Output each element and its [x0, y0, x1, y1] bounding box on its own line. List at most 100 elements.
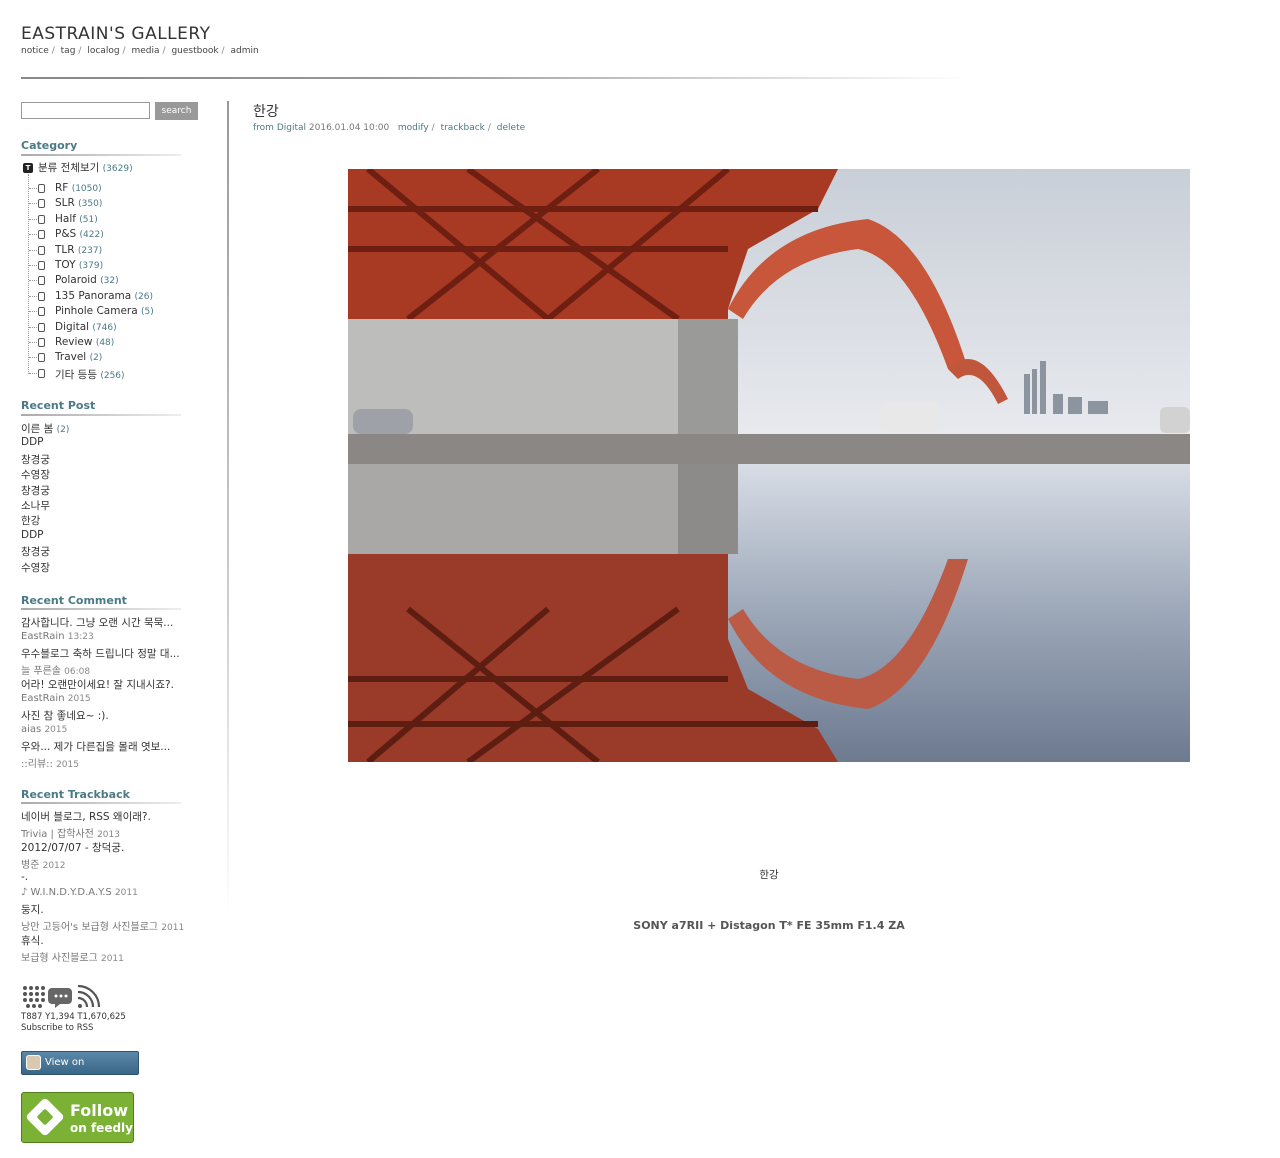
search-button[interactable]: search	[155, 102, 198, 120]
tree-branch	[29, 203, 37, 205]
recent-trackback-text[interactable]: -.	[21, 871, 28, 883]
recent-comment-text[interactable]: 어라! 오랜만이세요! 잘 지내시죠?.	[21, 677, 174, 692]
recent-trackback-meta: ♪ W.I.N.D.Y.D.A.Y.S 2011	[21, 887, 138, 898]
category-node-icon	[38, 230, 45, 240]
tree-branch	[29, 188, 37, 189]
post-delete-link[interactable]: delete	[497, 123, 525, 133]
recent-post-item[interactable]: 수영장	[21, 467, 50, 482]
category-item[interactable]: 기타 등등 (256)	[55, 367, 125, 382]
recent-post-item[interactable]: DDP	[21, 529, 44, 541]
recent-trackback-text[interactable]: 2012/07/07 - 창덕궁.	[21, 840, 124, 855]
recent-post-item[interactable]: 창경궁	[21, 483, 50, 498]
recent-comment-heading: Recent Comment	[21, 594, 127, 607]
category-item[interactable]: SLR (350)	[55, 197, 102, 209]
camera-info: SONY a7RII + Distagon T* FE 35mm F1.4 ZA	[633, 919, 905, 932]
recent-comment-text[interactable]: 우수블로그 축하 드립니다 정말 대...	[21, 646, 180, 661]
post-meta: from Digital 2016.01.04 10:00 modify / tr…	[253, 123, 526, 133]
category-node-icon	[38, 307, 45, 317]
subscribe-rss-link[interactable]: Subscribe to RSS	[21, 1023, 93, 1033]
nav-localog[interactable]: localog	[87, 46, 119, 56]
category-item[interactable]: Half (51)	[55, 213, 98, 225]
nav-media[interactable]: media	[131, 46, 159, 56]
recent-comment-meta: EastRain 2015	[21, 693, 91, 704]
category-item[interactable]: Travel (2)	[55, 351, 102, 363]
tree-branch	[29, 280, 37, 282]
category-node-icon	[38, 291, 45, 301]
tree-branch	[29, 372, 37, 374]
category-root[interactable]: 분류 전체보기 (3629)	[38, 160, 133, 175]
recent-trackback-meta: 낭만 고등어's 보급형 사진블로그 2011	[21, 922, 185, 933]
feedly-logo-icon	[25, 1097, 65, 1137]
instagram-icon	[26, 1055, 41, 1070]
tree-branch	[29, 249, 37, 251]
recent-post-item[interactable]: 이른 봄 (2)	[21, 421, 69, 436]
search-input[interactable]	[21, 102, 150, 119]
category-heading-rule	[21, 154, 181, 156]
post-date: 2016.01.04 10:00	[308, 123, 390, 133]
category-item[interactable]: Pinhole Camera (5)	[55, 305, 154, 317]
nav-admin[interactable]: admin	[230, 46, 258, 56]
tree-branch	[29, 295, 37, 297]
tree-branch	[29, 218, 37, 220]
category-item[interactable]: TLR (237)	[55, 244, 102, 256]
recent-comment-meta: aias 2015	[21, 724, 68, 735]
tree-branch	[29, 311, 37, 313]
rss-icon[interactable]	[77, 984, 101, 1008]
tree-branch	[29, 265, 37, 266]
recent-post-item[interactable]: 한강	[21, 513, 40, 528]
recent-comment-heading-rule	[21, 608, 181, 610]
category-item[interactable]: TOY (379)	[55, 259, 103, 271]
header-divider	[21, 77, 971, 79]
recent-trackback-meta: 병준 2012	[21, 860, 66, 871]
category-node-icon	[38, 184, 45, 193]
nav-tag[interactable]: tag	[61, 46, 76, 56]
site-title[interactable]: EASTRAIN'S GALLERY	[21, 24, 211, 44]
category-node-icon	[38, 276, 45, 286]
sidebar-icon-row	[21, 984, 101, 1010]
tree-branch	[29, 342, 37, 343]
nav-guestbook[interactable]: guestbook	[171, 46, 218, 56]
view-on-instagram-button[interactable]: View on Instagram	[21, 1051, 139, 1090]
recent-comment-meta: ::리뷰:: 2015	[21, 759, 79, 770]
category-item[interactable]: Polaroid (32)	[55, 274, 119, 286]
recent-trackback-text[interactable]: 네이버 블로그, RSS 왜이래?.	[21, 809, 151, 824]
post-modify-link[interactable]: modify	[398, 123, 429, 133]
category-item[interactable]: RF (1050)	[55, 182, 102, 194]
nav-notice[interactable]: notice	[21, 46, 49, 56]
category-item[interactable]: P&S (422)	[55, 228, 104, 240]
top-nav: notice / tag / localog / media / guestbook / …	[21, 46, 259, 56]
photo-caption: 한강	[759, 869, 779, 881]
recent-trackback-text[interactable]: 휴식.	[21, 933, 44, 948]
tag-cloud-icon[interactable]	[23, 986, 45, 1008]
recent-post-item[interactable]: 창경궁	[21, 544, 50, 559]
post-photo	[348, 169, 1190, 762]
recent-comment-text[interactable]: 우와... 제가 다른집을 몰래 엿보...	[21, 739, 170, 754]
category-root-icon: T	[23, 163, 33, 173]
recent-post-item[interactable]: 수영장	[21, 560, 50, 575]
recent-post-item[interactable]: 창경궁	[21, 452, 50, 467]
category-node-icon	[38, 353, 45, 363]
recent-comment-text[interactable]: 감사합니다. 그냥 오랜 시간 묵묵...	[21, 615, 173, 630]
tree-branch	[29, 234, 37, 236]
recent-comment-meta: EastRain 13:23	[21, 631, 94, 642]
category-item[interactable]: Digital (746)	[55, 321, 117, 333]
category-node-icon	[38, 199, 45, 209]
category-item[interactable]: 135 Panorama (26)	[55, 290, 153, 302]
recent-trackback-meta: 보급형 사진블로그 2011	[21, 953, 124, 964]
recent-post-item[interactable]: DDP	[21, 436, 44, 448]
column-divider	[227, 101, 229, 918]
guestbook-bubble-icon[interactable]	[48, 988, 72, 1008]
category-node-icon	[38, 322, 45, 332]
category-node-icon	[38, 245, 45, 255]
category-node-icon	[38, 261, 45, 270]
post-category-link[interactable]: Digital	[277, 123, 306, 133]
follow-on-feedly-button[interactable]: Follow on feedly	[21, 1092, 134, 1143]
category-heading: Category	[21, 139, 78, 152]
visitor-counter: T887 Y1,394 T1,670,625	[21, 1012, 126, 1022]
post-title[interactable]: 한강	[253, 101, 279, 121]
recent-post-item[interactable]: 소나무	[21, 498, 50, 513]
recent-comment-text[interactable]: 사진 참 좋네요~ :).	[21, 708, 109, 723]
recent-trackback-text[interactable]: 둥지.	[21, 902, 44, 917]
post-trackback-link[interactable]: trackback	[441, 123, 485, 133]
category-item[interactable]: Review (48)	[55, 336, 114, 348]
